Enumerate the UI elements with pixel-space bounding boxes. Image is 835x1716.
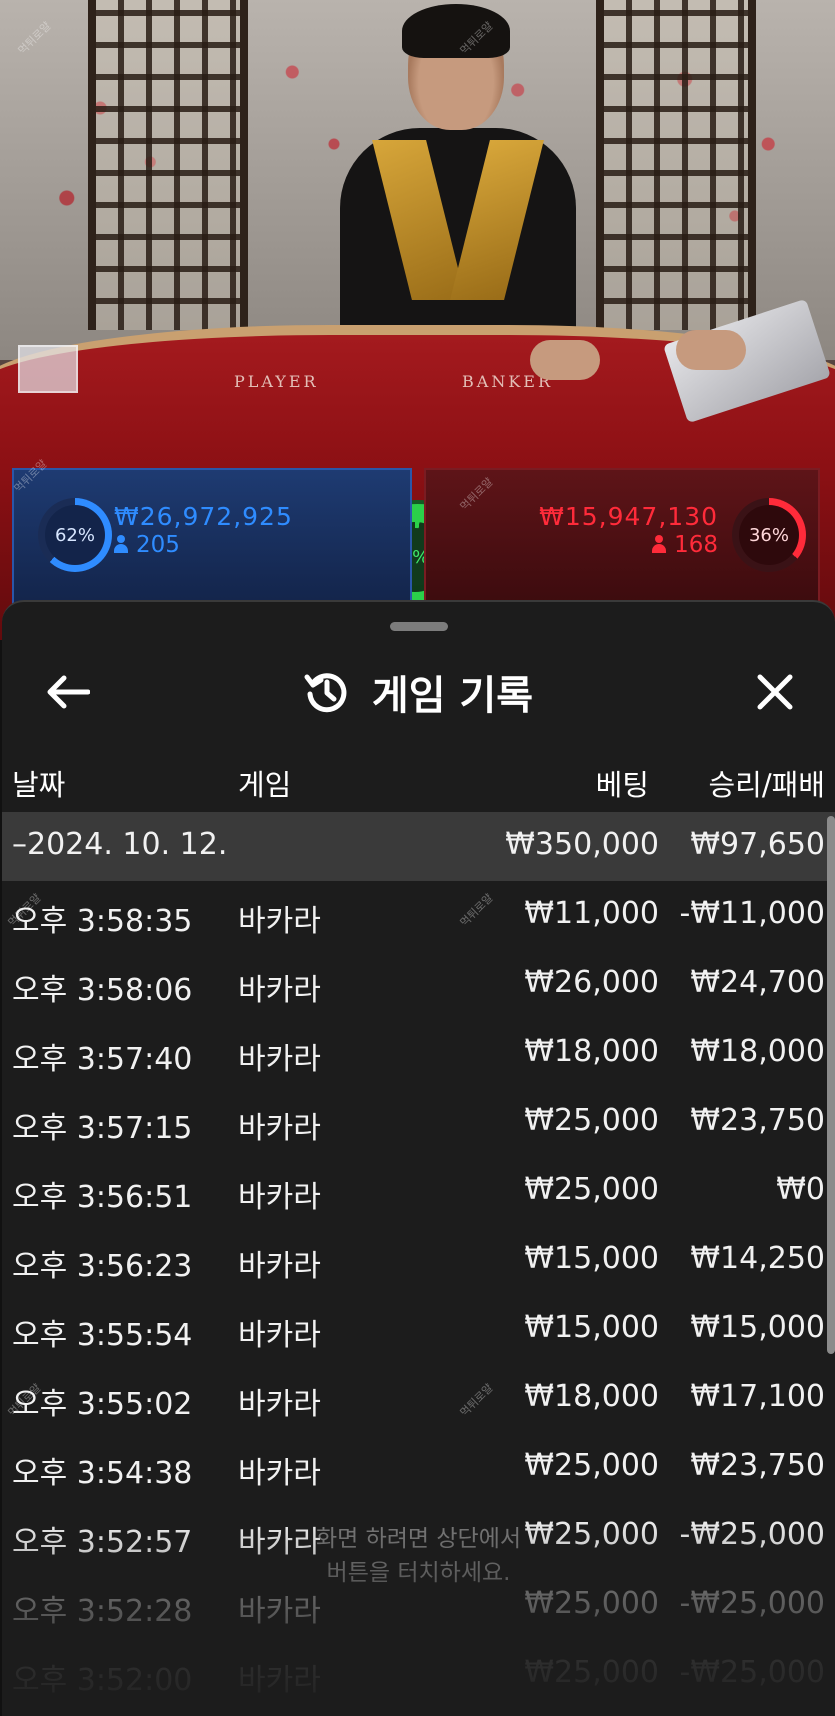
table-row[interactable]: 오후 3:52:57 바카라 ₩25,000 -₩25,000 — [2, 1502, 835, 1571]
summary-win-loss: ₩97,650 — [690, 827, 825, 862]
summary-bet: ₩350,000 — [505, 827, 659, 862]
row-bet: ₩25,000 — [524, 1655, 659, 1690]
row-bet: ₩25,000 — [524, 1448, 659, 1483]
summary-date: –2024. 10. 12. — [12, 827, 228, 862]
table-row[interactable]: 오후 3:54:38 바카라 ₩25,000 ₩23,750 — [2, 1433, 835, 1502]
table-row[interactable]: 오후 3:57:40 바카라 ₩18,000 ₩18,000 — [2, 1019, 835, 1088]
lattice-screen-right — [596, 0, 756, 330]
date-group-summary[interactable]: –2024. 10. 12. ₩350,000 ₩97,650 — [2, 812, 835, 881]
sheet-title-group: 게임 기록 — [2, 662, 835, 722]
table-row[interactable]: 오후 3:55:02 바카라 ₩18,000 ₩17,100 — [2, 1364, 835, 1433]
row-game: 바카라 — [238, 1249, 321, 1284]
row-win-loss: ₩24,700 — [690, 965, 825, 1000]
close-button[interactable] — [745, 662, 805, 722]
scrollbar[interactable] — [827, 816, 835, 1354]
row-time: 오후 3:57:15 — [12, 1111, 193, 1146]
row-game: 바카라 — [238, 1456, 321, 1491]
row-game: 바카라 — [238, 904, 321, 939]
row-time: 오후 3:56:23 — [12, 1249, 193, 1284]
row-win-loss: -₩11,000 — [679, 896, 825, 931]
row-time: 오후 3:52:28 — [12, 1594, 193, 1629]
sheet-header: 게임 기록 — [2, 642, 835, 740]
player-percent-ring: 62% — [38, 498, 112, 572]
row-game: 바카라 — [238, 1387, 321, 1422]
row-game: 바카라 — [238, 1318, 321, 1353]
table-row[interactable]: 오후 3:55:54 바카라 ₩15,000 ₩15,000 — [2, 1295, 835, 1364]
row-bet: ₩25,000 — [524, 1586, 659, 1621]
banker-total-amount: ₩15,947,130 — [539, 502, 718, 531]
row-game: 바카라 — [238, 1111, 321, 1146]
column-game: 게임 — [238, 768, 292, 802]
table-row[interactable]: 오후 3:56:23 바카라 ₩15,000 ₩14,250 — [2, 1226, 835, 1295]
row-time: 오후 3:58:35 — [12, 904, 193, 939]
row-time: 오후 3:56:51 — [12, 1180, 193, 1215]
table-row[interactable]: 오후 3:52:00 바카라 ₩25,000 -₩25,000 — [2, 1640, 835, 1709]
table-label-player: PLAYER — [234, 372, 319, 391]
dealer-hand — [530, 340, 600, 380]
row-bet: ₩15,000 — [524, 1241, 659, 1276]
column-date: 날짜 — [12, 768, 66, 802]
row-win-loss: ₩23,750 — [690, 1448, 825, 1483]
table-row[interactable]: 오후 3:58:35 바카라 ₩11,000 -₩11,000 — [2, 881, 835, 950]
row-time: 오후 3:52:57 — [12, 1525, 193, 1560]
row-bet: ₩18,000 — [524, 1379, 659, 1414]
table-row[interactable]: 오후 3:57:15 바카라 ₩25,000 ₩23,750 — [2, 1088, 835, 1157]
banker-percent: 36% — [739, 505, 799, 565]
table-row[interactable]: 오후 3:52:28 바카라 ₩25,000 -₩25,000 — [2, 1571, 835, 1640]
row-win-loss: ₩0 — [776, 1172, 825, 1207]
close-icon — [757, 674, 793, 710]
row-bet: ₩26,000 — [524, 965, 659, 1000]
history-table: –2024. 10. 12. ₩350,000 ₩97,650 오후 3:58:… — [2, 812, 835, 1709]
row-win-loss: ₩14,250 — [690, 1241, 825, 1276]
row-bet: ₩18,000 — [524, 1034, 659, 1069]
history-column-headers: 날짜 게임 베팅 승리/패배 — [2, 752, 835, 812]
row-win-loss: ₩23,750 — [690, 1103, 825, 1138]
row-game: 바카라 — [238, 1663, 321, 1698]
row-bet: ₩25,000 — [524, 1172, 659, 1207]
player-total-amount: ₩26,972,925 — [114, 502, 293, 531]
dealer-hand — [676, 330, 746, 370]
dealer-hair — [402, 4, 510, 58]
row-time: 오후 3:54:38 — [12, 1456, 193, 1491]
table-row[interactable]: 오후 3:58:06 바카라 ₩26,000 ₩24,700 — [2, 950, 835, 1019]
row-game: 바카라 — [238, 1180, 321, 1215]
row-bet: ₩25,000 — [524, 1103, 659, 1138]
user-icon — [652, 535, 667, 553]
sheet-title: 게임 기록 — [371, 673, 534, 719]
history-clock-icon — [304, 673, 347, 713]
banker-percent-ring: 36% — [732, 498, 806, 572]
row-time: 오후 3:58:06 — [12, 973, 193, 1008]
lattice-screen-left — [88, 0, 248, 330]
game-history-sheet: 게임 기록 날짜 게임 베팅 승리/패배 –2024. 10. 12. ₩350… — [2, 600, 835, 1716]
row-bet: ₩25,000 — [524, 1517, 659, 1552]
row-win-loss: ₩18,000 — [690, 1034, 825, 1069]
row-time: 오후 3:55:54 — [12, 1318, 193, 1353]
row-time: 오후 3:57:40 — [12, 1042, 193, 1077]
row-bet: ₩11,000 — [524, 896, 659, 931]
row-bet: ₩15,000 — [524, 1310, 659, 1345]
player-bet-panel[interactable]: 62% ₩26,972,925 205 먹튀로얄 — [12, 457, 412, 608]
row-game: 바카라 — [238, 1594, 321, 1629]
table-row[interactable]: 오후 3:56:51 바카라 ₩25,000 ₩0 — [2, 1157, 835, 1226]
sheet-drag-handle[interactable] — [390, 622, 448, 631]
row-win-loss: -₩25,000 — [679, 1586, 825, 1621]
row-win-loss: -₩25,000 — [679, 1517, 825, 1552]
row-win-loss: ₩15,000 — [690, 1310, 825, 1345]
row-win-loss: ₩17,100 — [690, 1379, 825, 1414]
row-time: 오후 3:52:00 — [12, 1663, 193, 1698]
player-bettor-count: 205 — [114, 532, 180, 558]
column-bet: 베팅 — [595, 768, 649, 802]
player-percent: 62% — [45, 505, 105, 565]
user-icon — [114, 535, 128, 553]
banker-bettor-count: 168 — [652, 532, 718, 558]
row-game: 바카라 — [238, 973, 321, 1008]
card-box — [18, 345, 78, 393]
banker-bet-panel[interactable]: ₩15,947,130 168 36% — [424, 468, 820, 608]
row-win-loss: -₩25,000 — [679, 1655, 825, 1690]
row-game: 바카라 — [238, 1042, 321, 1077]
row-time: 오후 3:55:02 — [12, 1387, 193, 1422]
row-game: 바카라 — [238, 1525, 321, 1560]
column-win-loss: 승리/패배 — [708, 768, 826, 802]
